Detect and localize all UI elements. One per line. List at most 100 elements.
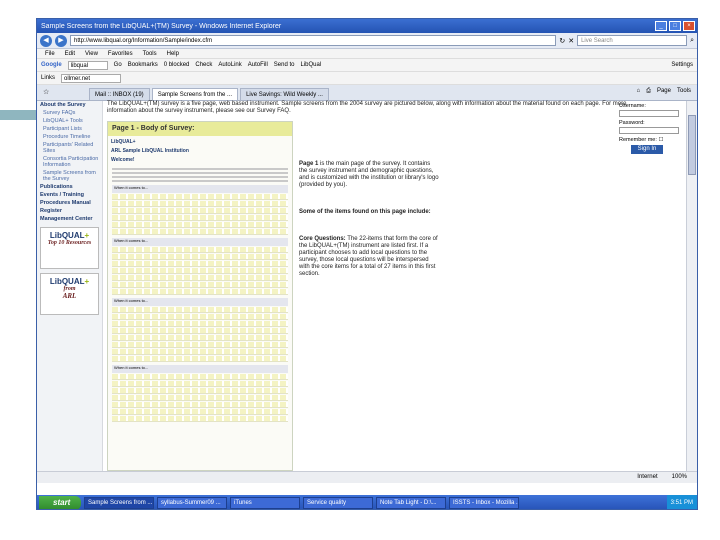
toolbar-settings[interactable]: Settings	[671, 62, 697, 68]
badge-logo-text: LibQUAL	[49, 231, 85, 240]
sidebar-nav: About the Survey Survey FAQs LibQUAL+ Tool…	[37, 101, 102, 223]
toolbar-autolink[interactable]: AutoLink	[218, 62, 241, 68]
links-field[interactable]: ollmer.net	[61, 73, 122, 83]
vertical-scrollbar[interactable]	[686, 101, 697, 471]
sign-in-button[interactable]: Sign In	[631, 145, 663, 154]
survey-question-row	[112, 395, 288, 401]
username-label: Username:	[619, 103, 646, 109]
survey-question-row	[112, 342, 288, 348]
refresh-icon[interactable]: ↻	[559, 37, 565, 45]
taskbar-item[interactable]: syllabus-Summer09 ...	[157, 497, 227, 509]
stop-icon[interactable]: ✕	[568, 37, 574, 45]
toolbar-check[interactable]: Check	[195, 62, 212, 68]
survey-question-row	[112, 328, 288, 334]
libqual-top10-badge[interactable]: LibQUAL+ Top 10 Resources	[40, 227, 99, 269]
sidebar-item[interactable]: Participant Lists	[37, 125, 102, 133]
menu-favorites[interactable]: Favorites	[108, 49, 133, 58]
page-content: About the Survey Survey FAQs LibQUAL+ Tool…	[37, 101, 687, 471]
survey-text-line	[112, 176, 288, 178]
sidebar-item[interactable]: LibQUAL+ Tools	[37, 117, 102, 125]
browser-window: Sample Screens from the LibQUAL+(TM) Sur…	[36, 18, 698, 510]
menu-bar: File Edit View Favorites Tools Help	[37, 49, 697, 59]
desc-para-1: Page 1 is the main page of the survey. I…	[299, 161, 439, 189]
toolbar-popup-blocker[interactable]: 0 blocked	[164, 62, 190, 68]
taskbar-item[interactable]: Note Tab Light - D:\...	[376, 497, 446, 509]
survey-body: When it comes to... When it comes to... Wh…	[108, 168, 292, 422]
survey-question-row	[112, 314, 288, 320]
google-go-button[interactable]: Go	[114, 62, 122, 68]
system-tray-clock: 3:51 PM	[666, 495, 697, 509]
taskbar-item[interactable]: Sample Screens from ...	[84, 497, 154, 509]
sidebar-item[interactable]: Management Center	[37, 215, 102, 223]
tools-menu[interactable]: Tools	[677, 88, 691, 95]
sidebar-item[interactable]: Participants' Related Sites	[37, 141, 102, 155]
taskbar-item[interactable]: Service quality	[303, 497, 373, 509]
survey-institution: ARL Sample LibQUAL Institution	[111, 148, 189, 154]
menu-tools[interactable]: Tools	[143, 49, 157, 58]
toolbar-libqual[interactable]: LibQual	[300, 62, 321, 68]
taskbar-item[interactable]: iTunes	[230, 497, 300, 509]
toolbar-send-to[interactable]: Send to	[274, 62, 295, 68]
sidebar-item[interactable]: Publications	[37, 183, 102, 191]
desc-text: The 22-items that form the core of the L…	[299, 236, 438, 277]
page-menu[interactable]: Page	[657, 88, 671, 95]
scrollbar-thumb[interactable]	[688, 115, 696, 175]
libqual-arl-badge[interactable]: LibQUAL+ from ARL	[40, 273, 99, 315]
page-description: Page 1 is the main page of the survey. I…	[299, 161, 439, 278]
google-logo: Google	[41, 62, 62, 68]
sidebar-item[interactable]: Register	[37, 207, 102, 215]
remember-me-row: Remember me: ☐	[619, 137, 679, 143]
close-button[interactable]: ×	[683, 21, 695, 31]
intro-paragraph: The LibQUAL+(TM) survey is a five page, …	[107, 101, 627, 114]
survey-welcome: Welcome!	[111, 157, 135, 163]
badge-logo-text: LibQUAL	[49, 277, 85, 286]
maximize-button[interactable]: □	[669, 21, 681, 31]
print-icon[interactable]: ⎙	[646, 88, 651, 95]
address-bar-row: ◀ ▶ http://www.libqual.org/Information/S…	[37, 33, 697, 49]
tab-sample-screens[interactable]: Sample Screens from the ...	[151, 88, 239, 100]
tab-mail-inbox[interactable]: Mail :: INBOX (19)	[89, 88, 150, 100]
minimize-button[interactable]: _	[655, 21, 667, 31]
remember-checkbox[interactable]: ☐	[658, 137, 663, 143]
survey-section-header: When it comes to...	[112, 185, 288, 193]
address-input[interactable]: http://www.libqual.org/Information/Sampl…	[70, 35, 557, 46]
survey-text-line	[112, 172, 288, 174]
back-icon[interactable]: ◀	[40, 34, 52, 47]
search-input[interactable]: Live Search	[577, 35, 688, 46]
zone-indicator: Internet	[637, 474, 658, 480]
google-search-input[interactable]: libqual	[67, 60, 108, 70]
badge-caption: Top 10 Resources	[47, 240, 92, 246]
toolbar-autofill[interactable]: AutoFill	[248, 62, 268, 68]
zoom-level[interactable]: 100%	[672, 472, 687, 483]
survey-text-line	[112, 180, 288, 182]
favorites-star-icon[interactable]: ☆	[43, 88, 49, 96]
badge-logo-plus: +	[84, 277, 90, 286]
search-icon[interactable]: ⌕	[690, 37, 694, 45]
sidebar-item[interactable]: Consortia Participation Information	[37, 155, 102, 169]
sidebar-item[interactable]: Sample Screens from the Survey	[37, 169, 102, 183]
title-bar: Sample Screens from the LibQUAL+(TM) Sur…	[37, 19, 697, 33]
forward-icon[interactable]: ▶	[55, 34, 67, 47]
menu-help[interactable]: Help	[167, 49, 179, 58]
password-field[interactable]	[619, 127, 679, 134]
start-button[interactable]: start	[39, 496, 81, 509]
command-bar: ⌂ ⎙ Page Tools	[637, 88, 691, 95]
sidebar-item[interactable]: Survey FAQs	[37, 109, 102, 117]
menu-view[interactable]: View	[85, 49, 98, 58]
sidebar-item[interactable]: Procedure Timeline	[37, 133, 102, 141]
sidebar-item[interactable]: About the Survey	[37, 101, 102, 109]
toolbar-bookmarks[interactable]: Bookmarks	[128, 62, 158, 68]
home-icon[interactable]: ⌂	[637, 88, 641, 95]
google-toolbar: Google libqual Go Bookmarks 0 blocked Ch…	[37, 59, 697, 72]
links-label: Links	[41, 75, 56, 81]
tab-live-savings[interactable]: Live Savings: Wild Weekly ...	[240, 88, 329, 100]
sidebar-item[interactable]: Procedures Manual	[37, 199, 102, 207]
taskbar-item[interactable]: ISSTS - Inbox - Mozilla ...	[449, 497, 519, 509]
username-field[interactable]	[619, 110, 679, 117]
survey-question-row	[112, 222, 288, 228]
survey-question-row	[112, 268, 288, 274]
menu-edit[interactable]: Edit	[65, 49, 75, 58]
menu-file[interactable]: File	[45, 49, 55, 58]
sidebar-item[interactable]: Events / Training	[37, 191, 102, 199]
survey-question-row	[112, 402, 288, 408]
